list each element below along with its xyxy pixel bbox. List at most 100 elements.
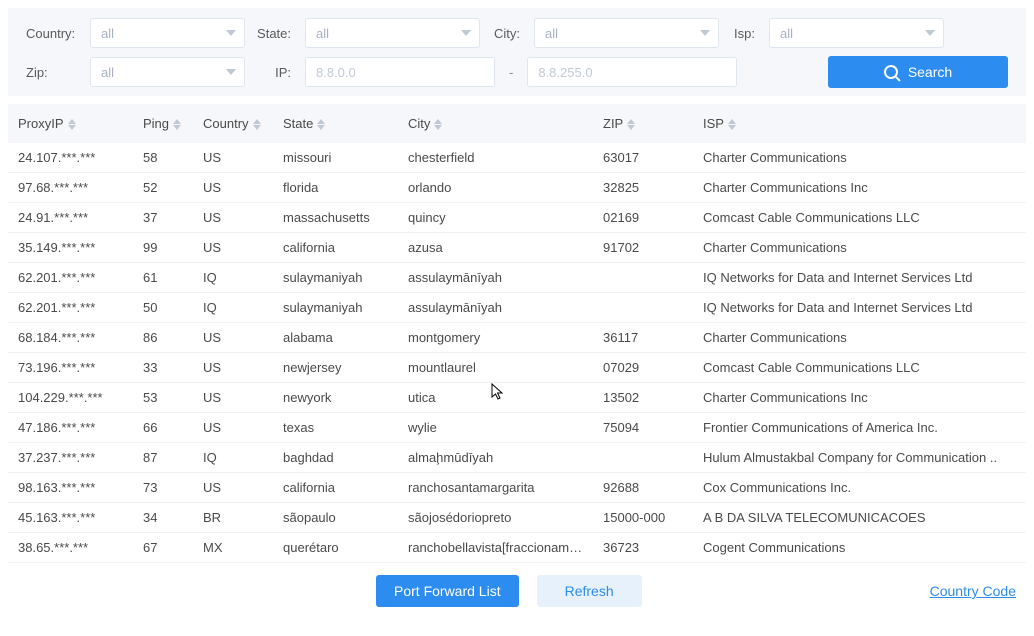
filter-panel: Country: all State: all City: all Isp: a… [8, 8, 1026, 96]
cell-isp: Cogent Communications [693, 533, 1026, 563]
table-row[interactable]: 24.107.***.***58USmissourichesterfield63… [8, 143, 1026, 173]
cell-city: azusa [398, 233, 593, 263]
cell-zip: 63017 [593, 143, 693, 173]
zip-value: all [101, 65, 114, 80]
cell-zip: 32825 [593, 173, 693, 203]
col-country[interactable]: Country [193, 104, 273, 143]
ip-label: IP: [255, 65, 295, 80]
isp-label: Isp: [729, 26, 759, 41]
proxy-table: ProxyIP Ping Country State City ZIP ISP … [8, 104, 1026, 563]
country-value: all [101, 26, 114, 41]
cell-zip: 13502 [593, 383, 693, 413]
table-row[interactable]: 45.163.***.***34BRsãopaulosãojosédoriopr… [8, 503, 1026, 533]
cell-zip: 92688 [593, 473, 693, 503]
search-button[interactable]: Search [828, 56, 1008, 88]
table-row[interactable]: 24.91.***.***37USmassachusettsquincy0216… [8, 203, 1026, 233]
sort-icon [253, 119, 261, 130]
cell-proxy: 73.196.***.*** [8, 353, 133, 383]
cell-state: california [273, 473, 398, 503]
cell-proxy: 38.65.***.*** [8, 533, 133, 563]
cell-state: querétaro [273, 533, 398, 563]
zip-label: Zip: [26, 65, 80, 80]
cell-country: US [193, 323, 273, 353]
search-label: Search [908, 64, 952, 80]
table-row[interactable]: 37.237.***.***87IQbaghdadalmaḩmūdīyahHul… [8, 443, 1026, 473]
cell-city: mountlaurel [398, 353, 593, 383]
cell-proxy: 37.237.***.*** [8, 443, 133, 473]
table-row[interactable]: 38.65.***.***67MXquerétaroranchobellavis… [8, 533, 1026, 563]
cell-country: US [193, 353, 273, 383]
cell-ping: 53 [133, 383, 193, 413]
table-row[interactable]: 35.149.***.***99UScaliforniaazusa91702Ch… [8, 233, 1026, 263]
country-select[interactable]: all [90, 18, 245, 48]
col-zip[interactable]: ZIP [593, 104, 693, 143]
ip-range-dash: - [505, 65, 517, 80]
cell-zip [593, 263, 693, 293]
cell-isp: A B DA SILVA TELECOMUNICACOES [693, 503, 1026, 533]
cell-isp: Comcast Cable Communications LLC [693, 353, 1026, 383]
cell-ping: 52 [133, 173, 193, 203]
cell-proxy: 45.163.***.*** [8, 503, 133, 533]
cell-ping: 33 [133, 353, 193, 383]
state-select[interactable]: all [305, 18, 480, 48]
cell-isp: Charter Communications [693, 323, 1026, 353]
cell-country: BR [193, 503, 273, 533]
cell-city: orlando [398, 173, 593, 203]
chevron-down-icon [226, 30, 236, 36]
cell-country: IQ [193, 263, 273, 293]
cell-city: quincy [398, 203, 593, 233]
cell-state: texas [273, 413, 398, 443]
cell-zip: 36723 [593, 533, 693, 563]
col-city[interactable]: City [398, 104, 593, 143]
state-value: all [316, 26, 329, 41]
city-select[interactable]: all [534, 18, 719, 48]
table-row[interactable]: 98.163.***.***73UScaliforniaranchosantam… [8, 473, 1026, 503]
cell-isp: Cox Communications Inc. [693, 473, 1026, 503]
isp-select[interactable]: all [769, 18, 944, 48]
cell-proxy: 97.68.***.*** [8, 173, 133, 203]
filter-row-1: Country: all State: all City: all Isp: a… [26, 18, 1008, 48]
chevron-down-icon [461, 30, 471, 36]
col-proxyip[interactable]: ProxyIP [8, 104, 133, 143]
cell-city: utica [398, 383, 593, 413]
ip-to-input[interactable] [527, 57, 737, 87]
cell-isp: IQ Networks for Data and Internet Servic… [693, 293, 1026, 323]
col-ping[interactable]: Ping [133, 104, 193, 143]
cell-ping: 66 [133, 413, 193, 443]
cell-ping: 37 [133, 203, 193, 233]
table-row[interactable]: 62.201.***.***61IQsulaymaniyahassulaymān… [8, 263, 1026, 293]
zip-select[interactable]: all [90, 57, 245, 87]
cell-zip: 15000-000 [593, 503, 693, 533]
col-state[interactable]: State [273, 104, 398, 143]
refresh-button[interactable]: Refresh [537, 575, 642, 607]
cell-proxy: 62.201.***.*** [8, 293, 133, 323]
cell-zip: 07029 [593, 353, 693, 383]
table-row[interactable]: 62.201.***.***50IQsulaymaniyahassulaymān… [8, 293, 1026, 323]
country-code-link[interactable]: Country Code [930, 583, 1016, 599]
cell-isp: Charter Communications [693, 143, 1026, 173]
cell-zip: 36117 [593, 323, 693, 353]
table-row[interactable]: 97.68.***.***52USfloridaorlando32825Char… [8, 173, 1026, 203]
table-row[interactable]: 68.184.***.***86USalabamamontgomery36117… [8, 323, 1026, 353]
cell-city: almaḩmūdīyah [398, 443, 593, 473]
ip-from-input[interactable] [305, 57, 495, 87]
cell-ping: 87 [133, 443, 193, 473]
cell-ping: 34 [133, 503, 193, 533]
port-forward-button[interactable]: Port Forward List [376, 575, 519, 607]
cell-isp: Charter Communications [693, 233, 1026, 263]
cell-state: florida [273, 173, 398, 203]
cell-state: sulaymaniyah [273, 293, 398, 323]
cell-zip: 75094 [593, 413, 693, 443]
sort-icon [627, 119, 635, 130]
cell-ping: 73 [133, 473, 193, 503]
cell-country: US [193, 173, 273, 203]
cell-isp: Comcast Cable Communications LLC [693, 203, 1026, 233]
cell-state: massachusetts [273, 203, 398, 233]
table-row[interactable]: 73.196.***.***33USnewjerseymountlaurel07… [8, 353, 1026, 383]
cell-city: montgomery [398, 323, 593, 353]
cell-city: assulaymānīyah [398, 293, 593, 323]
table-row[interactable]: 47.186.***.***66UStexaswylie75094Frontie… [8, 413, 1026, 443]
table-row[interactable]: 104.229.***.***53USnewyorkutica13502Char… [8, 383, 1026, 413]
col-isp[interactable]: ISP [693, 104, 1026, 143]
sort-icon [317, 119, 325, 130]
